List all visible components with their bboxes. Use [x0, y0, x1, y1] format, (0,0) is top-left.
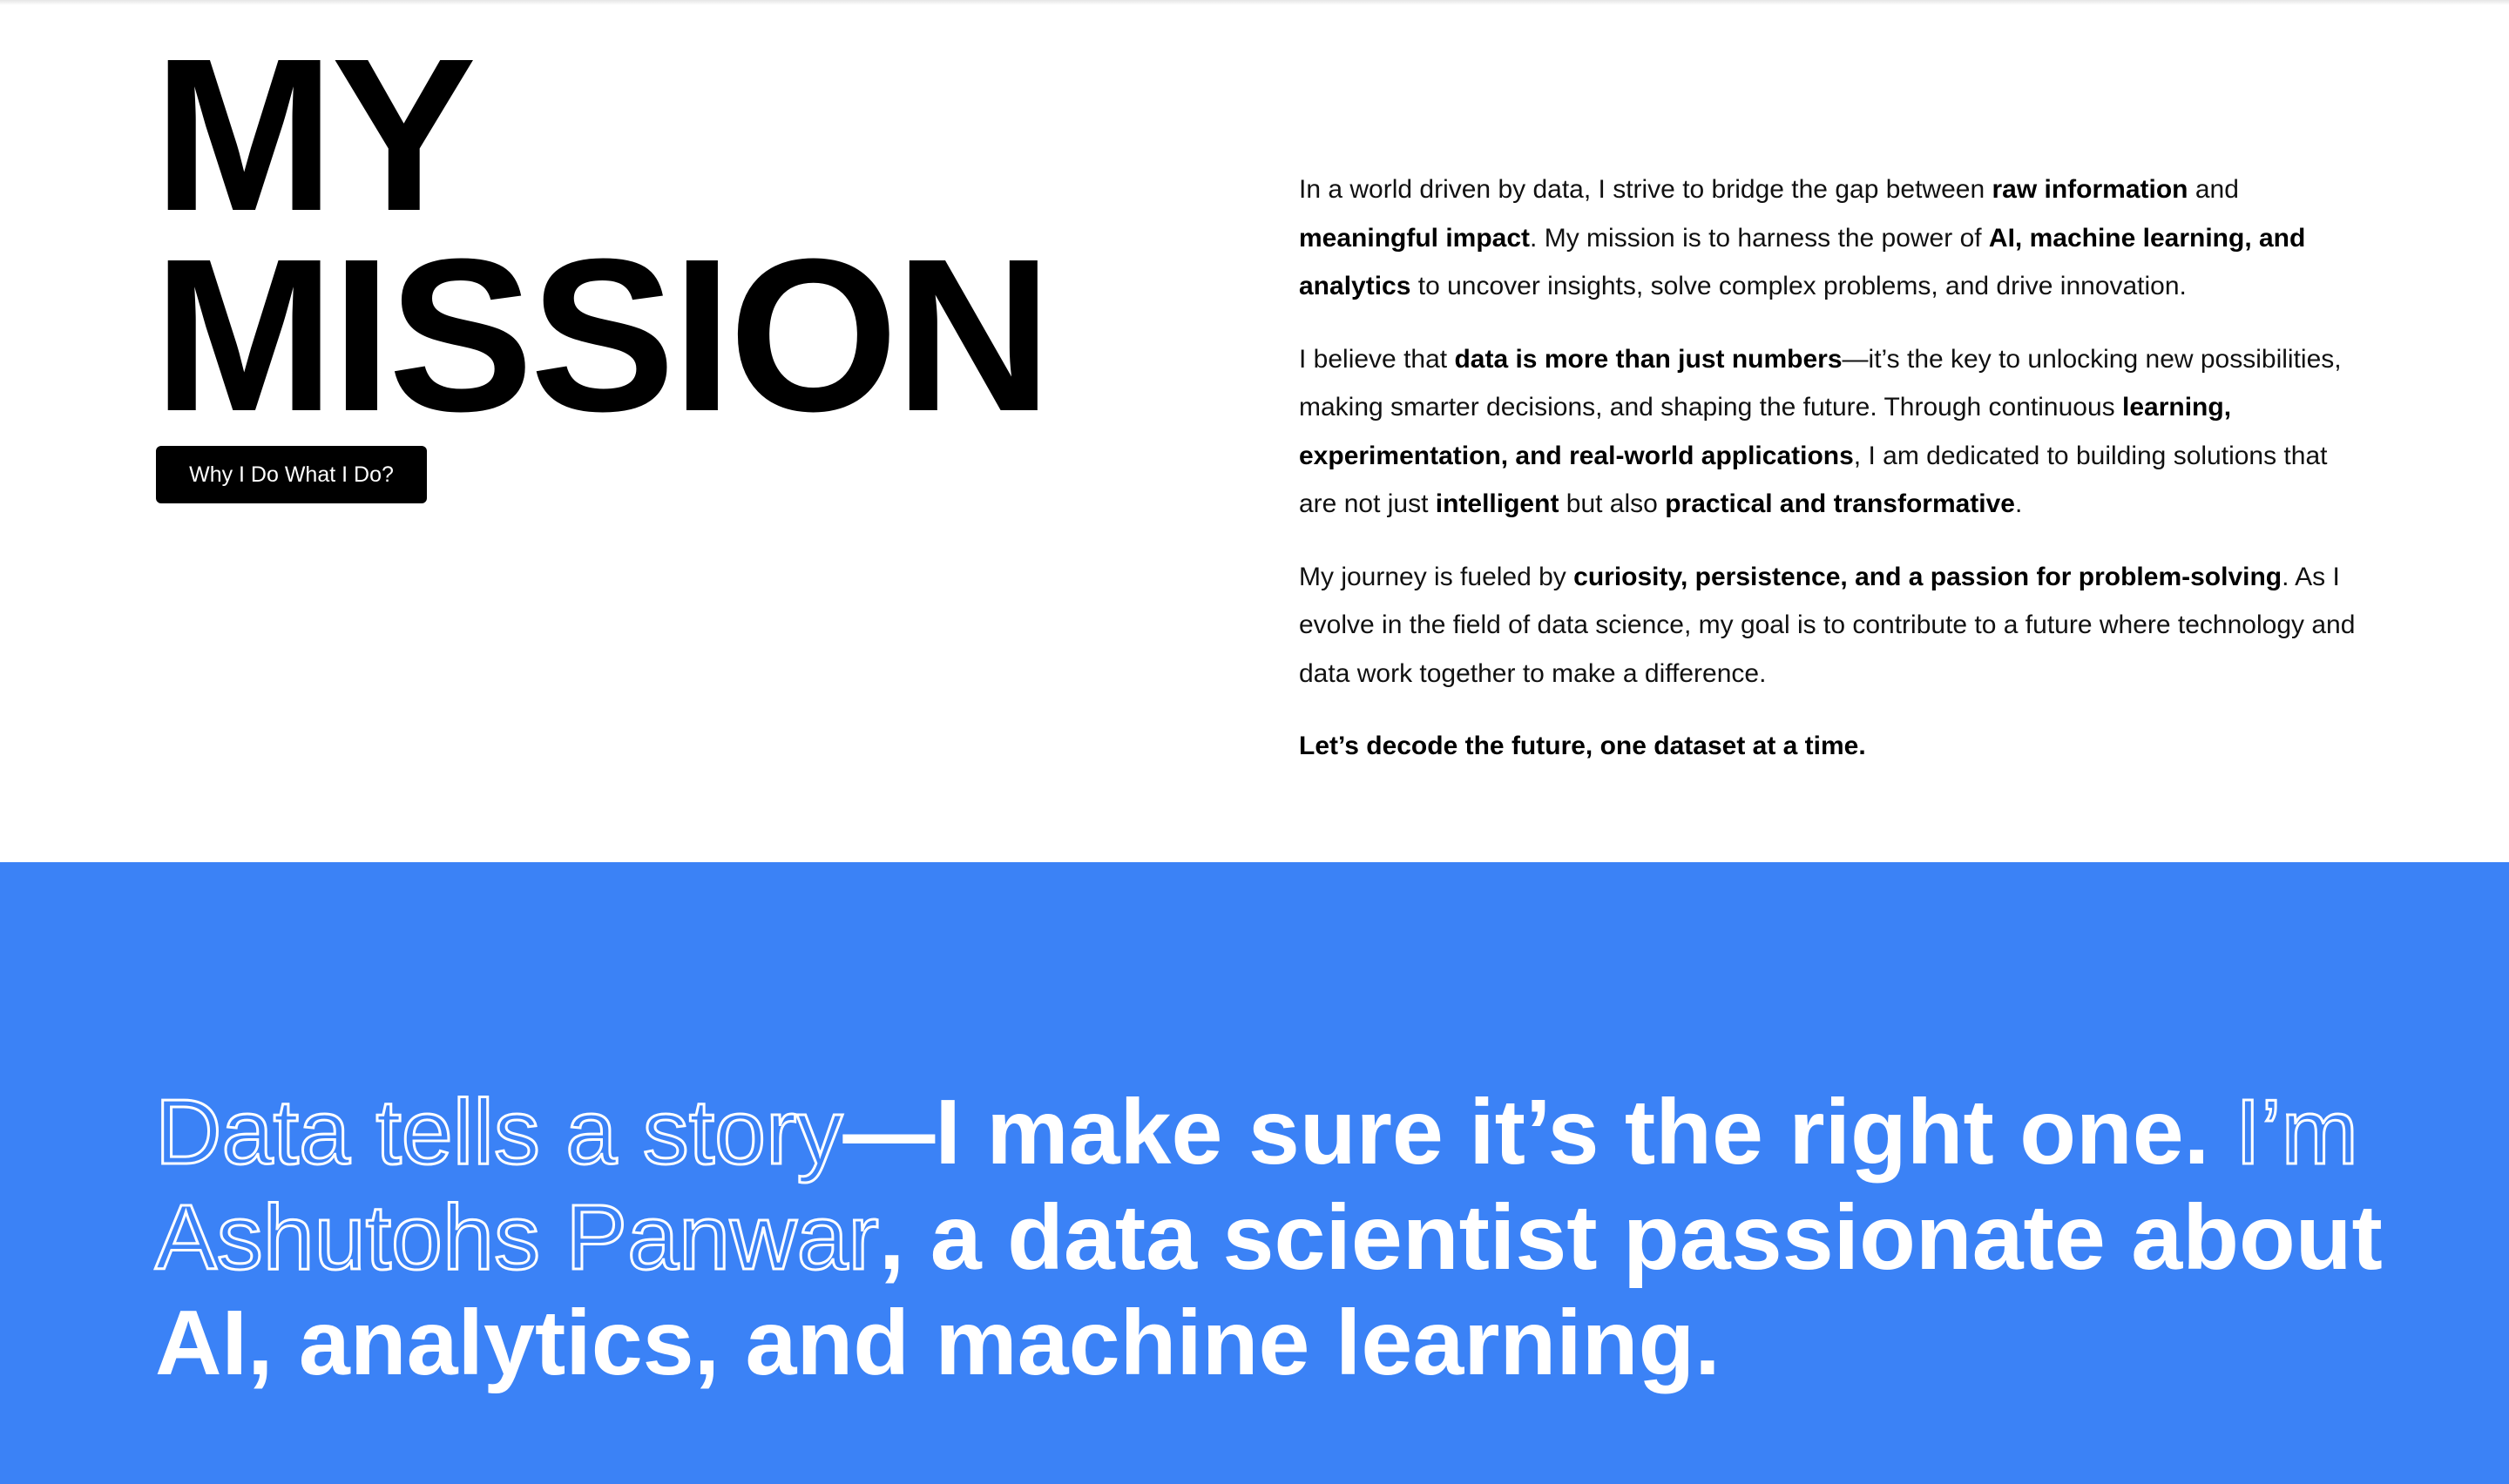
mission-title-line1: MY — [153, 13, 477, 256]
mission-text-segment: In a world driven by data, I strive to b… — [1299, 175, 1992, 204]
tagline-outline-text: Data tells a story — [153, 1080, 843, 1185]
mission-title-line2: MISSION — [153, 213, 1052, 456]
mission-text-bold: intelligent — [1435, 489, 1559, 518]
mission-text-bold: meaningful impact — [1299, 223, 1531, 253]
mission-text-bold: raw information — [1992, 175, 2188, 204]
mission-text-bold: data is more than just numbers — [1454, 344, 1843, 374]
mission-text-segment: . My mission is to harness the power of — [1530, 223, 1989, 253]
mission-paragraph: In a world driven by data, I strive to b… — [1299, 165, 2370, 311]
mission-text-segment: I believe that — [1299, 344, 1455, 374]
mission-title: MY MISSION — [153, 13, 1052, 456]
mission-text-bold: practical and transformative — [1665, 489, 2015, 518]
mission-text-bold: Let’s decode the future, one dataset at … — [1299, 732, 1866, 760]
tagline-heading: Data tells a story—I make sure it’s the … — [153, 1080, 2438, 1396]
mission-paragraph: I believe that data is more than just nu… — [1299, 335, 2370, 529]
mission-text-segment: and — [2188, 175, 2239, 204]
mission-text-segment: but also — [1559, 489, 1666, 518]
why-i-do-button[interactable]: Why I Do What I Do? — [156, 446, 427, 503]
mission-text-segment: to uncover insights, solve complex probl… — [1410, 272, 2187, 300]
mission-paragraph: My journey is fueled by curiosity, persi… — [1299, 553, 2370, 698]
top-shadow — [0, 0, 2509, 5]
mission-text-segment: My journey is fueled by — [1299, 562, 1574, 591]
mission-paragraph: Let’s decode the future, one dataset at … — [1299, 722, 2370, 771]
page: MY MISSION Why I Do What I Do? In a worl… — [0, 0, 2509, 1484]
mission-text: In a world driven by data, I strive to b… — [1299, 165, 2370, 795]
tagline-solid-text: —I make sure it’s the right one. — [842, 1081, 2235, 1184]
mission-text-segment: . — [2015, 489, 2023, 518]
mission-text-bold: curiosity, persistence, and a passion fo… — [1573, 562, 2282, 591]
